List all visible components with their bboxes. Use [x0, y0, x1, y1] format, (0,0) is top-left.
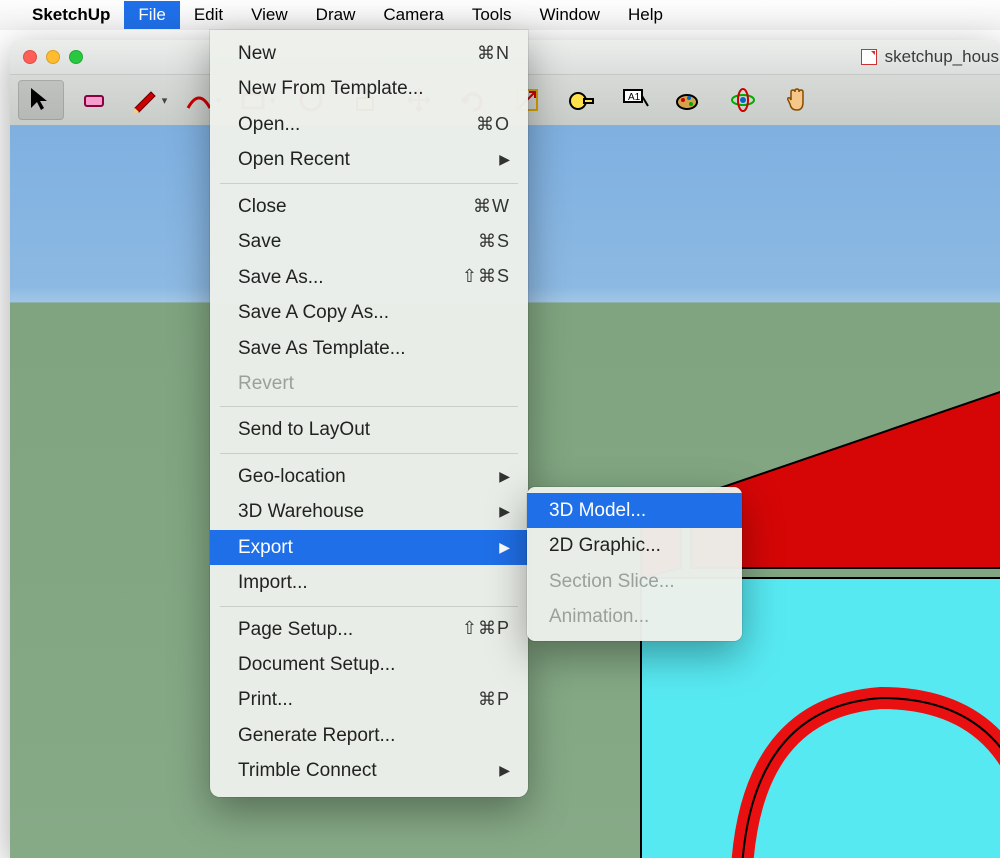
submenu-arrow-icon: ▶	[499, 760, 510, 782]
menu-item-label: Print...	[238, 685, 293, 714]
submenu-arrow-icon: ▶	[499, 537, 510, 559]
menu-item-label: Save	[238, 227, 281, 256]
menu-item-label: Save As...	[238, 263, 324, 292]
file-menu-save-a-copy-as[interactable]: Save A Copy As...	[210, 295, 528, 330]
window-controls	[23, 50, 83, 64]
menu-item-label: Section Slice...	[549, 567, 675, 596]
file-menu-close[interactable]: Close ⌘W	[210, 189, 528, 224]
minimize-window-button[interactable]	[46, 50, 60, 64]
menu-item-label: 2D Graphic...	[549, 531, 661, 560]
orbit-tool[interactable]	[720, 80, 766, 120]
file-menu-import[interactable]: Import...	[210, 565, 528, 600]
menu-separator	[220, 606, 518, 607]
file-menu-open[interactable]: Open... ⌘O	[210, 107, 528, 142]
menu-camera[interactable]: Camera	[369, 1, 457, 29]
menu-shortcut: ⌘O	[476, 111, 510, 139]
submenu-arrow-icon: ▶	[499, 466, 510, 488]
svg-text:A1: A1	[628, 92, 641, 103]
document-icon	[861, 49, 877, 65]
menu-tools[interactable]: Tools	[458, 1, 526, 29]
app-name[interactable]: SketchUp	[32, 5, 110, 25]
file-menu-print[interactable]: Print... ⌘P	[210, 682, 528, 717]
macos-menubar: SketchUp FileEditViewDrawCameraToolsWind…	[0, 0, 1000, 30]
menu-item-label: Geo-location	[238, 462, 346, 491]
export-section-slice: Section Slice...	[527, 564, 742, 599]
menu-shortcut: ⌘P	[478, 686, 510, 714]
paint-tool[interactable]	[666, 80, 712, 120]
menu-item-label: Document Setup...	[238, 650, 395, 679]
menu-item-label: Open...	[238, 110, 300, 139]
menu-item-label: Save As Template...	[238, 334, 406, 363]
menu-view[interactable]: View	[237, 1, 302, 29]
file-menu-generate-report[interactable]: Generate Report...	[210, 718, 528, 753]
menu-edit[interactable]: Edit	[180, 1, 237, 29]
menu-item-label: Save A Copy As...	[238, 298, 389, 327]
file-menu-open-recent[interactable]: Open Recent ▶	[210, 142, 528, 177]
file-menu-save[interactable]: Save ⌘S	[210, 224, 528, 259]
close-window-button[interactable]	[23, 50, 37, 64]
file-menu-dropdown: New ⌘N New From Template... Open... ⌘O Open R…	[210, 30, 528, 797]
menu-help[interactable]: Help	[614, 1, 677, 29]
menu-shortcut: ⇧⌘P	[462, 615, 510, 643]
menu-window[interactable]: Window	[526, 1, 614, 29]
menu-item-label: New	[238, 39, 276, 68]
text-tool[interactable]: A1	[612, 80, 658, 120]
menu-item-label: Export	[238, 533, 293, 562]
menu-item-label: Import...	[238, 568, 308, 597]
eraser-tool[interactable]	[72, 80, 118, 120]
file-menu-document-setup[interactable]: Document Setup...	[210, 647, 528, 682]
menu-item-label: Page Setup...	[238, 615, 353, 644]
pan-tool[interactable]	[774, 80, 820, 120]
file-menu-new[interactable]: New ⌘N	[210, 36, 528, 71]
file-menu-send-to-layout[interactable]: Send to LayOut	[210, 412, 528, 447]
menu-shortcut: ⌘S	[478, 228, 510, 256]
menu-item-label: Send to LayOut	[238, 415, 370, 444]
document-title: sketchup_hous	[861, 47, 1000, 67]
menu-shortcut: ⌘W	[473, 193, 510, 221]
file-menu-revert: Revert	[210, 366, 528, 401]
file-menu-new-from-template[interactable]: New From Template...	[210, 71, 528, 106]
menu-file[interactable]: File	[124, 1, 179, 29]
menu-item-label: Trimble Connect	[238, 756, 377, 785]
export-3d-model[interactable]: 3D Model...	[527, 493, 742, 528]
menu-item-label: Generate Report...	[238, 721, 395, 750]
menu-shortcut: ⇧⌘S	[462, 263, 510, 291]
menu-item-label: Revert	[238, 369, 294, 398]
menu-separator	[220, 453, 518, 454]
menu-separator	[220, 183, 518, 184]
menu-shortcut: ⌘N	[477, 40, 510, 68]
file-menu-geo-location[interactable]: Geo-location ▶	[210, 459, 528, 494]
export-2d-graphic[interactable]: 2D Graphic...	[527, 528, 742, 563]
submenu-arrow-icon: ▶	[499, 149, 510, 171]
file-menu-trimble-connect[interactable]: Trimble Connect ▶	[210, 753, 528, 788]
file-menu-save-as[interactable]: Save As... ⇧⌘S	[210, 260, 528, 295]
menu-item-label: 3D Warehouse	[238, 497, 364, 526]
menu-item-label: New From Template...	[238, 74, 423, 103]
file-menu-page-setup[interactable]: Page Setup... ⇧⌘P	[210, 612, 528, 647]
menu-separator	[220, 406, 518, 407]
export-animation: Animation...	[527, 599, 742, 634]
dropdown-caret-icon	[159, 91, 168, 109]
menu-item-label: Animation...	[549, 602, 649, 631]
pencil-tool[interactable]	[126, 80, 172, 120]
submenu-arrow-icon: ▶	[499, 501, 510, 523]
menu-draw[interactable]: Draw	[302, 1, 370, 29]
tape-tool[interactable]	[558, 80, 604, 120]
file-menu-3d-warehouse[interactable]: 3D Warehouse ▶	[210, 494, 528, 529]
export-submenu: 3D Model... 2D Graphic... Section Slice...…	[527, 487, 742, 641]
document-title-text: sketchup_hous	[885, 47, 999, 67]
select-tool[interactable]	[18, 80, 64, 120]
menu-item-label: Open Recent	[238, 145, 350, 174]
menu-item-label: Close	[238, 192, 287, 221]
zoom-window-button[interactable]	[69, 50, 83, 64]
file-menu-save-as-template[interactable]: Save As Template...	[210, 331, 528, 366]
menu-item-label: 3D Model...	[549, 496, 646, 525]
file-menu-export[interactable]: Export ▶	[210, 530, 528, 565]
